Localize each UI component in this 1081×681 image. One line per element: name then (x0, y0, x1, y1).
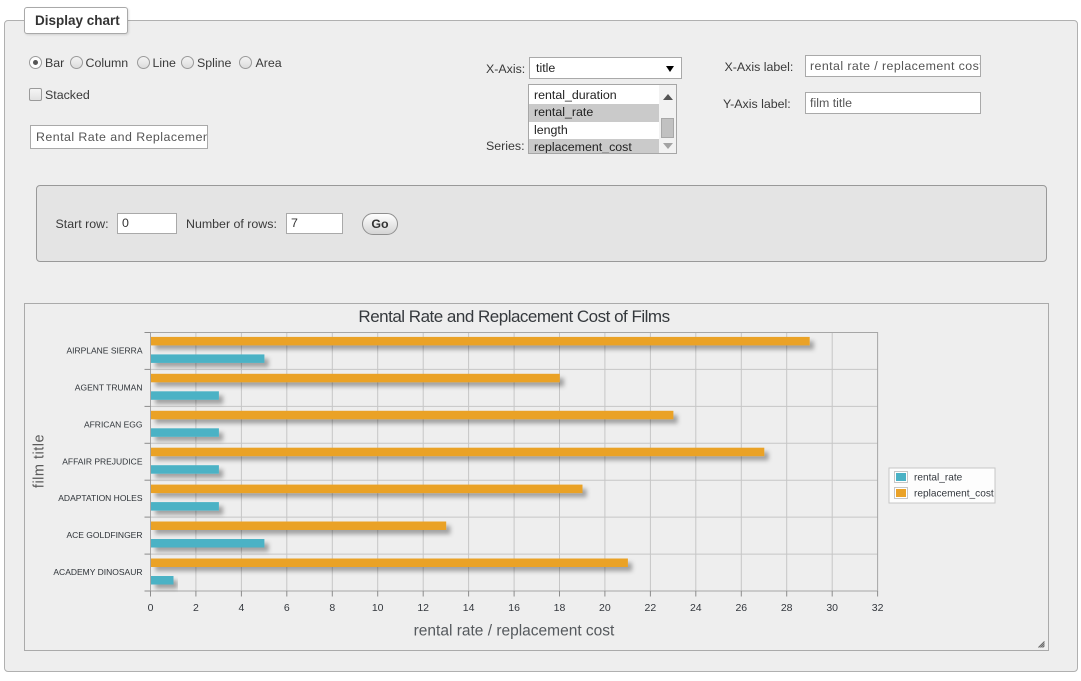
svg-text:28: 28 (781, 602, 793, 614)
svg-text:26: 26 (735, 602, 747, 614)
svg-text:rental rate / replacement cost: rental rate / replacement cost (414, 623, 615, 640)
svg-text:30: 30 (826, 602, 838, 614)
svg-text:ACADEMY DINOSAUR: ACADEMY DINOSAUR (53, 567, 142, 577)
svg-text:22: 22 (645, 602, 657, 614)
svg-text:Rental Rate and Replacement Co: Rental Rate and Replacement Cost of Film… (358, 307, 669, 326)
svg-text:4: 4 (238, 602, 244, 614)
svg-text:10: 10 (372, 602, 384, 614)
svg-text:AGENT TRUMAN: AGENT TRUMAN (75, 382, 143, 392)
svg-text:AFFAIR PREJUDICE: AFFAIR PREJUDICE (62, 456, 143, 466)
svg-text:ADAPTATION HOLES: ADAPTATION HOLES (58, 493, 143, 503)
svg-text:rental_rate: rental_rate (914, 473, 963, 484)
svg-text:AIRPLANE SIERRA: AIRPLANE SIERRA (66, 346, 142, 356)
svg-text:14: 14 (463, 602, 475, 614)
svg-text:24: 24 (690, 602, 702, 614)
svg-text:18: 18 (554, 602, 566, 614)
svg-text:2: 2 (193, 602, 199, 614)
svg-text:16: 16 (508, 602, 520, 614)
svg-text:6: 6 (284, 602, 290, 614)
svg-text:12: 12 (417, 602, 429, 614)
svg-text:replacement_cost: replacement_cost (914, 489, 994, 500)
svg-text:ACE GOLDFINGER: ACE GOLDFINGER (66, 530, 142, 540)
svg-text:8: 8 (329, 602, 335, 614)
svg-text:20: 20 (599, 602, 611, 614)
svg-text:film title: film title (32, 434, 48, 488)
svg-text:32: 32 (872, 602, 884, 614)
svg-text:0: 0 (148, 602, 154, 614)
svg-text:AFRICAN EGG: AFRICAN EGG (84, 419, 143, 429)
